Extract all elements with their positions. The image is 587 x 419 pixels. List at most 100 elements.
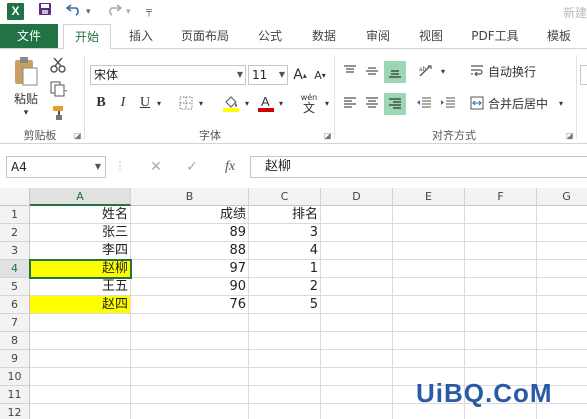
underline-dropdown-icon[interactable]: ▾: [154, 93, 164, 113]
cell-b9[interactable]: [131, 350, 249, 368]
cell-g9[interactable]: [537, 350, 587, 368]
cell-d9[interactable]: [321, 350, 393, 368]
merge-dropdown-icon[interactable]: ▾: [556, 93, 566, 113]
column-header-c[interactable]: C: [249, 188, 321, 206]
merge-center-icon[interactable]: [468, 93, 486, 113]
cell-f3[interactable]: [465, 242, 537, 260]
orientation-icon[interactable]: ab: [416, 61, 438, 81]
paste-button[interactable]: 粘贴: [10, 89, 42, 107]
tab-page-layout[interactable]: 页面布局: [172, 24, 238, 48]
cell-e1[interactable]: [393, 206, 465, 224]
cell-c11[interactable]: [249, 386, 321, 404]
cell-c1[interactable]: 排名: [249, 206, 321, 224]
cell-b12[interactable]: [131, 404, 249, 419]
copy-icon[interactable]: [48, 79, 70, 99]
cell-b10[interactable]: [131, 368, 249, 386]
cell-f2[interactable]: [465, 224, 537, 242]
cell-e2[interactable]: [393, 224, 465, 242]
cell-a7[interactable]: [30, 314, 131, 332]
cell-d5[interactable]: [321, 278, 393, 296]
tab-view[interactable]: 视图: [409, 24, 453, 48]
cell-d3[interactable]: [321, 242, 393, 260]
row-header-1[interactable]: 1: [0, 206, 30, 224]
customize-qat-icon[interactable]: ╤: [146, 2, 152, 22]
bottom-align-icon[interactable]: [384, 61, 406, 83]
tab-review[interactable]: 审阅: [356, 24, 400, 48]
decrease-indent-icon[interactable]: [414, 93, 434, 113]
cell-g1[interactable]: [537, 206, 587, 224]
borders-icon[interactable]: [176, 93, 196, 113]
cell-b2[interactable]: 89: [131, 224, 249, 242]
wrap-text-icon[interactable]: [468, 61, 486, 81]
tab-pdf-tools[interactable]: PDF工具: [462, 24, 528, 48]
cell-c10[interactable]: [249, 368, 321, 386]
cell-e8[interactable]: [393, 332, 465, 350]
cell-a10[interactable]: [30, 368, 131, 386]
cell-e3[interactable]: [393, 242, 465, 260]
cell-b5[interactable]: 90: [131, 278, 249, 296]
column-header-b[interactable]: B: [131, 188, 249, 206]
clipboard-launcher-icon[interactable]: ◪: [74, 131, 82, 140]
cell-c3[interactable]: 4: [249, 242, 321, 260]
row-header-3[interactable]: 3: [0, 242, 30, 260]
cell-b8[interactable]: [131, 332, 249, 350]
cell-b6[interactable]: 76: [131, 296, 249, 314]
save-icon[interactable]: [38, 2, 52, 22]
row-header-10[interactable]: 10: [0, 368, 30, 386]
merge-center-button[interactable]: 合并后居中: [488, 93, 554, 113]
cell-a11[interactable]: [30, 386, 131, 404]
cell-a4[interactable]: 赵柳: [29, 259, 132, 279]
cell-d1[interactable]: [321, 206, 393, 224]
cell-f7[interactable]: [465, 314, 537, 332]
cell-e9[interactable]: [393, 350, 465, 368]
row-header-6[interactable]: 6: [0, 296, 30, 314]
font-launcher-icon[interactable]: ◪: [324, 131, 332, 140]
cell-b7[interactable]: [131, 314, 249, 332]
cell-d11[interactable]: [321, 386, 393, 404]
cell-a3[interactable]: 李四: [30, 242, 131, 260]
fill-color-icon[interactable]: [220, 93, 242, 113]
cell-c12[interactable]: [249, 404, 321, 419]
cell-e4[interactable]: [393, 260, 465, 278]
cell-a2[interactable]: 张三: [30, 224, 131, 242]
increase-font-size-icon[interactable]: A ▴: [292, 65, 308, 85]
cell-d12[interactable]: [321, 404, 393, 419]
alignment-launcher-icon[interactable]: ◪: [566, 131, 574, 140]
italic-icon[interactable]: I: [114, 93, 132, 113]
paste-icon[interactable]: [8, 55, 44, 89]
cell-g6[interactable]: [537, 296, 587, 314]
redo-dropdown-icon[interactable]: ▾: [126, 2, 131, 22]
cell-e5[interactable]: [393, 278, 465, 296]
cell-c2[interactable]: 3: [249, 224, 321, 242]
cell-a9[interactable]: [30, 350, 131, 368]
cell-b3[interactable]: 88: [131, 242, 249, 260]
cell-c9[interactable]: [249, 350, 321, 368]
select-all-corner[interactable]: [0, 188, 30, 206]
row-header-8[interactable]: 8: [0, 332, 30, 350]
cell-g5[interactable]: [537, 278, 587, 296]
tab-insert[interactable]: 插入: [118, 24, 164, 48]
cell-g4[interactable]: [537, 260, 587, 278]
paste-dropdown-icon[interactable]: ▾: [14, 107, 38, 119]
row-header-12[interactable]: 12: [0, 404, 30, 419]
cell-g7[interactable]: [537, 314, 587, 332]
cell-g8[interactable]: [537, 332, 587, 350]
row-header-2[interactable]: 2: [0, 224, 30, 242]
font-size-combo[interactable]: 11 ▼: [248, 65, 288, 85]
cancel-icon[interactable]: ✕: [146, 156, 166, 178]
cut-icon[interactable]: [48, 55, 68, 75]
cell-b11[interactable]: [131, 386, 249, 404]
orientation-dropdown-icon[interactable]: ▾: [438, 61, 448, 81]
cell-d6[interactable]: [321, 296, 393, 314]
formula-input[interactable]: 赵柳: [250, 156, 587, 178]
cell-e6[interactable]: [393, 296, 465, 314]
cell-f8[interactable]: [465, 332, 537, 350]
cell-f5[interactable]: [465, 278, 537, 296]
cell-c5[interactable]: 2: [249, 278, 321, 296]
row-header-7[interactable]: 7: [0, 314, 30, 332]
cell-d8[interactable]: [321, 332, 393, 350]
cell-d10[interactable]: [321, 368, 393, 386]
cell-f4[interactable]: [465, 260, 537, 278]
phonetic-dropdown-icon[interactable]: ▾: [322, 93, 332, 113]
cell-g3[interactable]: [537, 242, 587, 260]
